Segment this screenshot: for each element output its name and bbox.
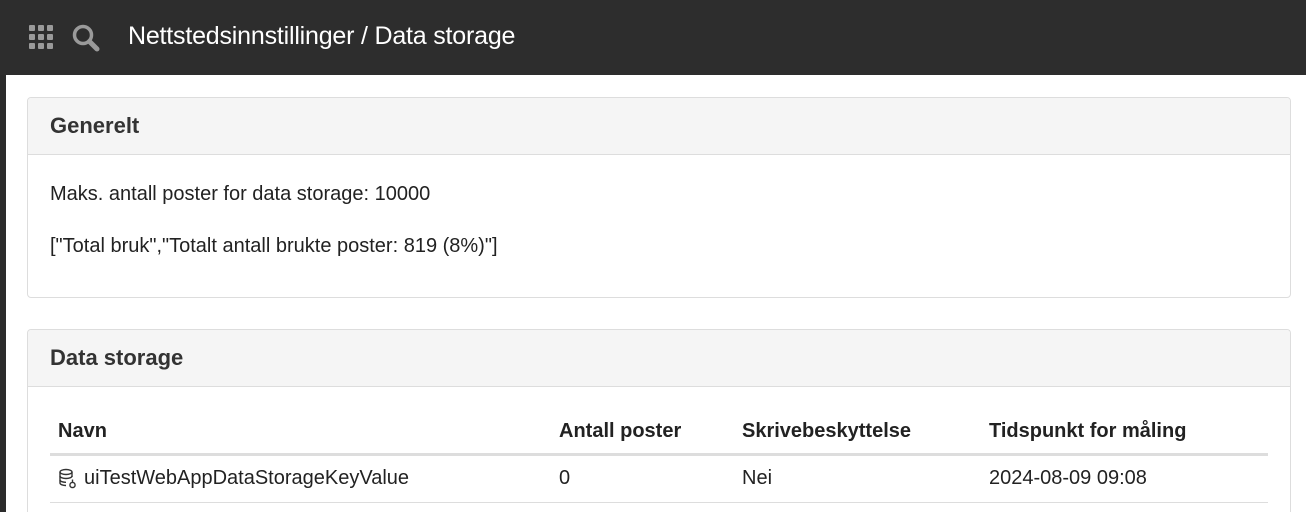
column-header-name[interactable]: Navn: [50, 410, 551, 456]
main-content: Generelt Maks. antall poster for data st…: [6, 75, 1306, 512]
column-header-write-protection[interactable]: Skrivebeskyttelse: [734, 410, 981, 456]
search-icon[interactable]: [70, 22, 102, 54]
data-storage-table: Navn Antall poster Skrivebeskyttelse Tid…: [50, 410, 1268, 503]
page-title: Nettstedsinnstillinger / Data storage: [128, 22, 516, 50]
top-bar: Nettstedsinnstillinger / Data storage: [0, 0, 1306, 75]
column-header-measured-at[interactable]: Tidspunkt for måling: [981, 410, 1268, 456]
grid-icon[interactable]: [29, 25, 55, 51]
cell-count: 0: [551, 454, 734, 503]
database-key-icon: [58, 468, 78, 490]
name-cell-wrapper: uiTestWebAppDataStorageKeyValue: [58, 467, 543, 490]
general-panel: Generelt Maks. antall poster for data st…: [27, 97, 1291, 298]
table-header-row: Navn Antall poster Skrivebeskyttelse Tid…: [50, 410, 1268, 456]
usage-text: ["Total bruk","Totalt antall brukte post…: [50, 235, 498, 257]
column-header-count[interactable]: Antall poster: [551, 410, 734, 456]
cell-measured-at: 2024-08-09 09:08: [981, 454, 1268, 503]
cell-name: uiTestWebAppDataStorageKeyValue: [50, 454, 551, 503]
general-panel-heading: Generelt: [28, 98, 1290, 155]
data-storage-panel-heading: Data storage: [28, 330, 1290, 387]
table-row[interactable]: uiTestWebAppDataStorageKeyValue 0 Nei 20…: [50, 454, 1268, 503]
data-storage-panel: Data storage Navn Antall poster Skrivebe…: [27, 329, 1291, 512]
max-records-text: Maks. antall poster for data storage: 10…: [50, 183, 431, 205]
cell-write-protection: Nei: [734, 454, 981, 503]
data-storage-name[interactable]: uiTestWebAppDataStorageKeyValue: [84, 467, 409, 490]
